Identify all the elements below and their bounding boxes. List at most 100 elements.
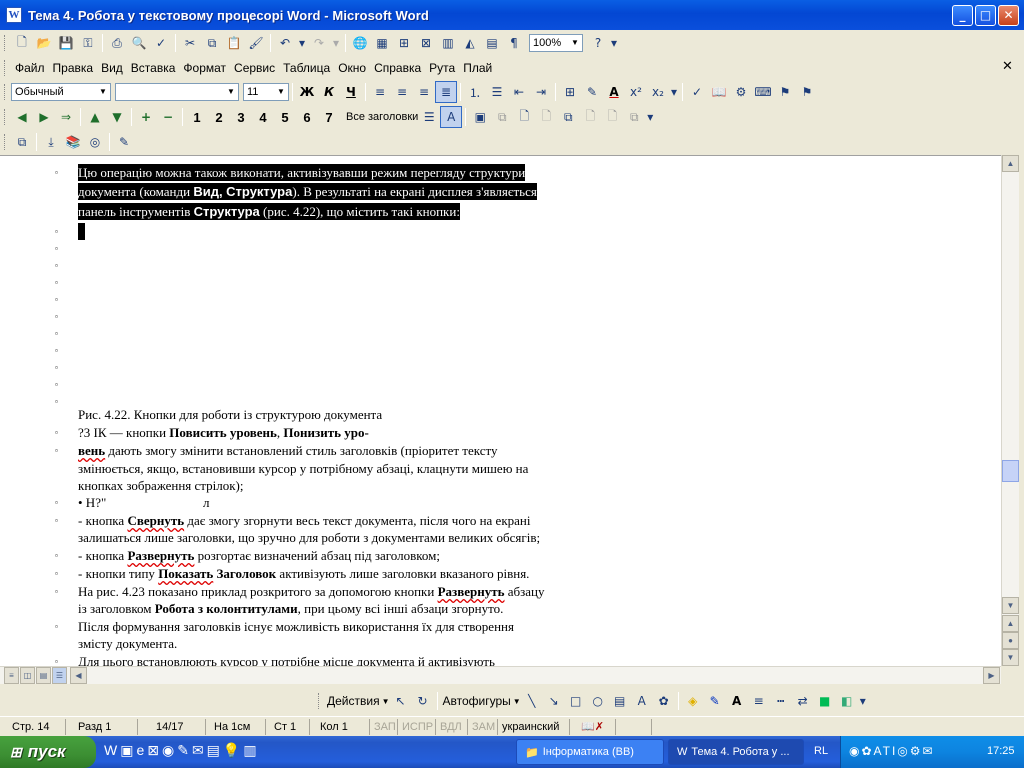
demote-to-body-icon[interactable]: ⇒: [55, 106, 77, 128]
app-icon[interactable]: ▤: [207, 742, 220, 759]
copy-icon[interactable]: ⧉: [201, 32, 223, 54]
font-size-combo[interactable]: 11 ▼: [243, 83, 289, 101]
undo-dropdown-icon[interactable]: ▾: [296, 32, 308, 54]
autoshapes-menu[interactable]: Автофигуры: [441, 694, 513, 708]
globe-icon[interactable]: ◎: [84, 131, 106, 153]
font-color-icon[interactable]: A: [603, 81, 625, 103]
open-icon[interactable]: 📂: [33, 32, 55, 54]
horizontal-scrollbar[interactable]: ≡ ◫ ▤ ☰ ◀ ▶: [0, 666, 1001, 684]
toolbar-grip[interactable]: [4, 134, 7, 150]
macro-icon[interactable]: ⚙: [730, 81, 752, 103]
wordart-icon[interactable]: A: [631, 690, 653, 712]
language-indicator[interactable]: RL: [814, 745, 828, 757]
scroll-down-icon[interactable]: ▼: [1002, 597, 1019, 614]
show-hide-icon[interactable]: ¶: [503, 32, 525, 54]
lightbulb-icon[interactable]: 💡: [223, 742, 240, 759]
document-area[interactable]: ▫ Цю операцію можна також виконати, акти…: [0, 155, 1001, 666]
close-button[interactable]: ✕: [998, 5, 1019, 26]
columns-icon[interactable]: ▥: [437, 32, 459, 54]
minimize-button[interactable]: _: [952, 5, 973, 26]
scroll-left-icon[interactable]: ◀: [70, 667, 87, 684]
menu-plai[interactable]: Плай: [459, 61, 496, 75]
align-center-icon[interactable]: ≡: [391, 81, 413, 103]
toc-icon[interactable]: ⧉: [11, 131, 33, 153]
menu-help[interactable]: Справка: [370, 61, 425, 75]
free-rotate-icon[interactable]: ↻: [412, 690, 434, 712]
remove-subdoc-icon[interactable]: 🗋: [535, 106, 557, 128]
word-icon[interactable]: W: [104, 742, 117, 759]
rectangle-icon[interactable]: □: [565, 690, 587, 712]
draw-actions-menu[interactable]: Действия: [325, 694, 382, 708]
show-level-5-button[interactable]: 5: [274, 110, 296, 125]
align-left-icon[interactable]: ≡: [369, 81, 391, 103]
text-box-icon[interactable]: ▤: [609, 690, 631, 712]
word-app-icon[interactable]: W: [6, 7, 22, 23]
flag-ru-icon[interactable]: ⚑: [796, 81, 818, 103]
menu-edit[interactable]: Правка: [49, 61, 98, 75]
permission-icon[interactable]: ⚿: [77, 32, 99, 54]
font-color-icon[interactable]: A: [726, 690, 748, 712]
desktop-icon[interactable]: ▣: [120, 742, 133, 759]
collapse-icon[interactable]: −: [157, 106, 179, 128]
web-view-icon[interactable]: ◫: [20, 667, 35, 684]
task-informatika[interactable]: 📁 Інформатика (ВВ): [516, 739, 664, 765]
toolbar-grip[interactable]: [4, 84, 7, 100]
download-icon[interactable]: ⤓: [40, 131, 62, 153]
expand-icon[interactable]: +: [135, 106, 157, 128]
media-icon[interactable]: ◉: [162, 742, 174, 759]
show-level-6-button[interactable]: 6: [296, 110, 318, 125]
normal-view-icon[interactable]: ≡: [4, 667, 19, 684]
numbering-icon[interactable]: ⒈: [464, 81, 486, 103]
move-down-icon[interactable]: ▼: [106, 106, 128, 128]
clipart-icon[interactable]: ✿: [653, 690, 675, 712]
highlight-icon[interactable]: ✎: [581, 81, 603, 103]
next-page-icon[interactable]: ▼: [1002, 649, 1019, 666]
insert-subdoc-icon[interactable]: ⧉: [557, 106, 579, 128]
status-overtype[interactable]: ЗАМ: [468, 718, 498, 735]
justify-icon[interactable]: ≣: [435, 81, 457, 103]
hyperlink-icon[interactable]: 🌐: [349, 32, 371, 54]
menu-file[interactable]: Файл: [11, 61, 49, 75]
cut-icon[interactable]: ✂: [179, 32, 201, 54]
scroll-up-icon[interactable]: ▲: [1002, 155, 1019, 172]
zoom-combo[interactable]: 100% ▼: [529, 34, 583, 52]
print-layout-icon[interactable]: ▤: [36, 667, 51, 684]
show-all-headings-button[interactable]: Все заголовки: [346, 111, 418, 123]
redo-icon[interactable]: ↷: [308, 32, 330, 54]
document-map-icon[interactable]: ▤: [481, 32, 503, 54]
toolbar-grip[interactable]: [4, 35, 7, 51]
move-up-icon[interactable]: ▲: [84, 106, 106, 128]
status-language[interactable]: украинский: [498, 718, 570, 735]
paste-icon[interactable]: 📋: [223, 32, 245, 54]
arrow-style-icon[interactable]: ⇄: [792, 690, 814, 712]
maximize-button[interactable]: □: [975, 5, 996, 26]
align-right-icon[interactable]: ≡: [413, 81, 435, 103]
lock-doc-icon[interactable]: ⧉: [623, 106, 645, 128]
browse-object-icon[interactable]: ●: [1002, 632, 1019, 649]
arrow-icon[interactable]: ↘: [543, 690, 565, 712]
spelling-icon[interactable]: ✓: [150, 32, 172, 54]
task-word-doc[interactable]: W Тема 4. Робота у ...: [668, 739, 804, 765]
style-combo[interactable]: Обычный ▼: [11, 83, 111, 101]
toolbar-options-icon[interactable]: ▾: [645, 106, 655, 128]
bullets-icon[interactable]: ☰: [486, 81, 508, 103]
show-level-3-button[interactable]: 3: [230, 110, 252, 125]
menu-view[interactable]: Вид: [97, 61, 127, 75]
eraser-icon[interactable]: ✎: [113, 131, 135, 153]
subscript-icon[interactable]: x₂: [647, 81, 669, 103]
superscript-icon[interactable]: x²: [625, 81, 647, 103]
select-objects-icon[interactable]: ↖: [390, 690, 412, 712]
tool-icon[interactable]: ✎: [177, 742, 189, 759]
shadow-icon[interactable]: ■: [814, 690, 836, 712]
dash-style-icon[interactable]: ┅: [770, 690, 792, 712]
merge-subdoc-icon[interactable]: 🗋: [579, 106, 601, 128]
line-style-icon[interactable]: ≡: [748, 690, 770, 712]
toolbar-grip[interactable]: [4, 109, 7, 125]
show-formatting-icon[interactable]: A: [440, 106, 463, 128]
vertical-scrollbar[interactable]: ▲ ▼ ▲ ● ▼: [1001, 155, 1019, 666]
status-rec[interactable]: ЗАП: [370, 718, 398, 735]
oval-icon[interactable]: ○: [587, 690, 609, 712]
menu-tools[interactable]: Сервис: [230, 61, 279, 75]
menu-table[interactable]: Таблица: [279, 61, 334, 75]
close-document-icon[interactable]: ✕: [1002, 59, 1013, 74]
